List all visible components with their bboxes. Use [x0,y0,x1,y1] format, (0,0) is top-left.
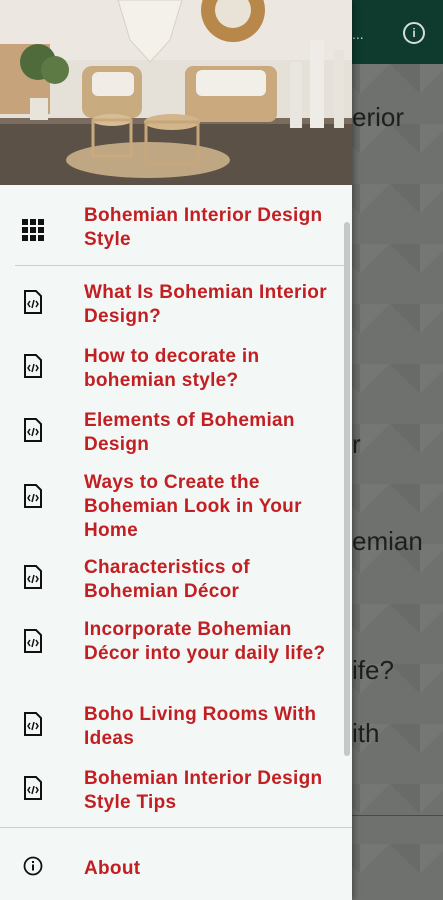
overflow-text: ... [352,26,364,42]
nav-item-label: About [84,858,141,879]
living-room-illustration [0,0,352,185]
navigation-drawer: Bohemian Interior Design Style What Is B… [0,0,352,900]
nav-item-label: Bohemian Interior Design Style [84,205,323,250]
nav-item-label: Elements of Bohemian Design [84,410,295,455]
info-icon[interactable]: i [403,22,425,44]
code-file-icon [24,290,42,314]
nav-item-article[interactable]: Incorporate Bohemian Décor into your dai… [0,618,344,694]
bg-text-line: ith [352,718,380,748]
code-file-icon [24,354,42,378]
nav-item-label: Ways to Create the Bohemian Look in Your… [84,472,302,541]
nav-item-label: How to decorate in bohemian style? [84,346,260,391]
nav-item-label: Incorporate Bohemian Décor into your dai… [84,619,326,664]
drawer-scrollbar[interactable] [344,222,350,756]
nav-item-label: Bohemian Interior Design Style Tips [84,768,323,813]
bg-text-line: ife? [352,655,394,685]
nav-item-home[interactable]: Bohemian Interior Design Style [0,204,344,256]
code-file-icon [24,629,42,653]
code-file-icon [24,776,42,800]
nav-item-article[interactable]: Elements of Bohemian Design [0,409,344,461]
nav-item-article[interactable]: Boho Living Rooms With Ideas [0,703,344,755]
info-icon [23,856,43,876]
footer-divider [0,827,352,828]
grid-icon [22,219,44,241]
code-file-icon [24,484,42,508]
nav-item-label: Boho Living Rooms With Ideas [84,704,317,749]
nav-item-article[interactable]: Bohemian Interior Design Style Tips [0,767,344,819]
nav-item-article[interactable]: Ways to Create the Bohemian Look in Your… [0,471,344,547]
bg-text-line: r [352,429,361,459]
code-file-icon [24,565,42,589]
nav-item-about[interactable]: About [0,855,344,883]
bg-text-line: emian [352,526,423,556]
nav-item-article[interactable]: How to decorate in bohemian style? [0,345,344,397]
nav-item-label: Characteristics of Bohemian Décor [84,557,250,602]
bg-divider [352,815,443,816]
nav-item-article[interactable]: Characteristics of Bohemian Décor [0,556,344,608]
code-file-icon [24,712,42,736]
nav-item-label: What Is Bohemian Interior Design? [84,282,327,327]
nav-item-article[interactable]: What Is Bohemian Interior Design? [0,281,344,333]
bg-text-line: erior [352,102,405,132]
header-divider [15,265,345,266]
drawer-header-image [0,0,352,185]
code-file-icon [24,418,42,442]
